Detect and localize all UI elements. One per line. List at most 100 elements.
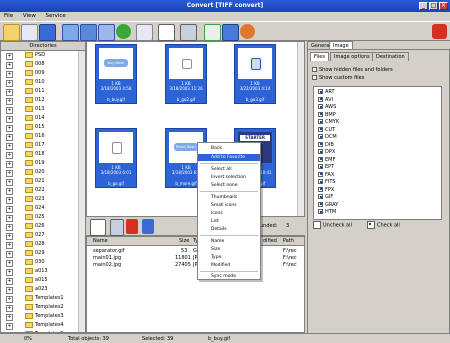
table-row[interactable]: main02.jpg 27405 JPEG Ima F:\rec <box>87 261 304 268</box>
tree-item[interactable]: +023 <box>6 195 45 204</box>
expand-icon[interactable]: + <box>6 134 13 141</box>
view-list-icon[interactable] <box>98 24 115 41</box>
expand-icon[interactable]: + <box>6 269 13 276</box>
extension-item[interactable]: HTM <box>318 209 336 215</box>
checkbox[interactable] <box>318 171 323 177</box>
select-icon[interactable] <box>90 219 106 236</box>
tab-destination[interactable]: Destination <box>372 52 409 61</box>
checkbox[interactable] <box>318 209 323 214</box>
expand-icon[interactable]: + <box>6 161 13 168</box>
tree-item[interactable]: +022 <box>6 186 45 195</box>
expand-icon[interactable]: + <box>6 53 13 60</box>
expand-icon[interactable]: + <box>6 125 13 132</box>
tree-item[interactable]: +012 <box>6 96 45 105</box>
checkbox[interactable] <box>318 186 323 192</box>
close-button[interactable]: × <box>439 2 448 10</box>
checkbox[interactable] <box>318 179 323 184</box>
menu-item-size[interactable]: Size <box>198 246 260 253</box>
tree-item[interactable]: + a015 <box>6 276 48 285</box>
tree-item[interactable]: +016 <box>6 132 45 141</box>
checkbox[interactable] <box>318 194 323 199</box>
tab-files[interactable]: Files <box>310 52 329 61</box>
expand-icon[interactable]: + <box>6 242 13 249</box>
thumbnail-scrollbar[interactable] <box>297 42 304 216</box>
menu-item-type[interactable]: Type <box>198 254 260 261</box>
view-thumbnails-icon[interactable] <box>62 24 79 41</box>
expand-icon[interactable]: + <box>6 170 13 177</box>
extension-item[interactable]: FPX <box>318 186 334 193</box>
extension-item[interactable]: FAX <box>318 171 334 178</box>
maximize-button[interactable]: □ <box>429 2 438 10</box>
expand-icon[interactable]: + <box>6 89 13 96</box>
expand-icon[interactable]: + <box>6 251 13 258</box>
select-icon[interactable] <box>158 24 175 41</box>
back-arrow-icon[interactable] <box>116 24 131 39</box>
column-path[interactable]: Path <box>283 238 294 244</box>
expand-icon[interactable]: + <box>6 233 13 240</box>
tree-item[interactable]: + Templates3 <box>6 312 64 321</box>
checkbox[interactable] <box>318 126 323 132</box>
tree-item[interactable]: +021 <box>6 177 45 186</box>
menu-item-thumbnails[interactable]: Thumbnails <box>198 194 260 201</box>
extension-item[interactable]: ART <box>318 89 335 95</box>
expand-icon[interactable]: + <box>6 179 13 186</box>
menu-item-small-icons[interactable]: Small icons <box>198 202 260 209</box>
checkbox[interactable] <box>318 201 323 207</box>
expand-icon[interactable]: + <box>6 116 13 123</box>
menu-item-details[interactable]: Details <box>198 226 260 233</box>
tree-item[interactable]: +017 <box>6 141 45 150</box>
table-row[interactable]: separator.gif 53 GIF Ima F:\rec <box>87 247 304 254</box>
extension-item[interactable]: DPX <box>318 149 335 155</box>
expand-icon[interactable]: + <box>6 62 13 69</box>
checkbox[interactable] <box>312 67 317 72</box>
tree-item[interactable]: +Templates5 <box>25 330 64 332</box>
open-folder-icon[interactable] <box>3 24 20 41</box>
filter-icon[interactable] <box>110 219 124 236</box>
expand-icon[interactable]: + <box>6 152 13 159</box>
extension-item[interactable]: GIF <box>318 194 333 200</box>
check-all-option[interactable]: Check all <box>367 221 400 229</box>
tree-item[interactable]: +011 <box>6 87 45 96</box>
thumbnail-card[interactable]: 1 KB 3/18/2003 6:01 b_go.gif <box>95 128 137 188</box>
checkbox[interactable] <box>318 104 323 109</box>
tree-item[interactable]: + PSD <box>6 51 45 60</box>
menu-item-add-favorite[interactable]: Add to Favorite <box>198 154 260 161</box>
view-large-icon[interactable] <box>80 24 97 41</box>
expand-icon[interactable]: + <box>6 224 13 231</box>
thumbnail-card[interactable]: Buy Now! 1 KB 3/18/2003 4:58 b_buy.gif <box>95 44 137 104</box>
expand-icon[interactable]: + <box>6 188 13 195</box>
tree-item[interactable]: +019 <box>6 159 45 168</box>
tree-item[interactable]: +010 <box>6 78 45 87</box>
extension-item[interactable]: BMP <box>318 111 336 118</box>
extension-item[interactable]: AWS <box>318 104 336 110</box>
tree-item[interactable]: +025 <box>6 213 45 222</box>
column-name[interactable]: Name <box>93 238 108 244</box>
uncheck-all-option[interactable]: Uncheck all <box>313 221 352 229</box>
expand-icon[interactable]: + <box>6 278 13 285</box>
move-icon[interactable] <box>142 219 154 234</box>
tree-item[interactable]: +029 <box>6 249 45 258</box>
expand-icon[interactable]: + <box>6 107 13 114</box>
expand-icon[interactable]: + <box>6 71 13 78</box>
tree-item[interactable]: +013 <box>6 105 45 114</box>
menu-item-icons[interactable]: Icons <box>198 210 260 217</box>
tree-item[interactable]: + Templates2 <box>6 303 64 312</box>
tree-item[interactable]: +015 <box>6 123 45 132</box>
thumbnail-card[interactable]: 1 KB 3/18/2003 11:26 b_go2.gif <box>165 44 207 104</box>
thumbnail-card[interactable]: 1 KB 3/22/2003 4:14 b_go3.gif <box>234 44 276 104</box>
menu-item-modified[interactable]: Modified <box>198 262 260 269</box>
extension-item[interactable]: GRAY <box>318 201 338 208</box>
tree-item[interactable]: +026 <box>6 222 45 231</box>
stop-icon[interactable] <box>240 24 255 39</box>
checkbox[interactable] <box>318 96 323 102</box>
expand-icon[interactable]: + <box>6 305 13 312</box>
tree-item[interactable]: + a013 <box>6 267 48 276</box>
expand-icon[interactable]: + <box>6 260 13 267</box>
tree-item[interactable]: +030 <box>6 258 45 267</box>
expand-icon[interactable]: + <box>6 287 13 294</box>
checkbox[interactable] <box>318 89 323 94</box>
minimize-button[interactable]: _ <box>419 2 428 10</box>
tree-item[interactable]: +028 <box>6 240 45 249</box>
tree-item[interactable]: +014 <box>6 114 45 123</box>
extension-item[interactable]: EPT <box>318 164 334 170</box>
